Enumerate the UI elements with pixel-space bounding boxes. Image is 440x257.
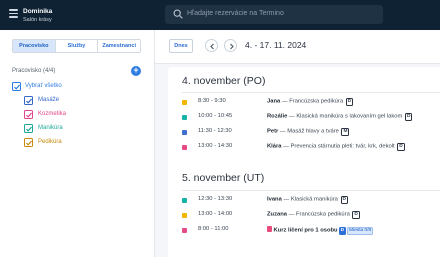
tab-zamestnanci[interactable]: Zamestnanci: [98, 40, 140, 52]
reservation-time: 13:00 - 14:00: [198, 211, 233, 217]
add-workplace-button[interactable]: +: [131, 66, 141, 76]
reservation-row[interactable]: 13:00 - 14:30 Klára — Prevencia stárnuti…: [182, 142, 440, 154]
check-icon: [14, 84, 21, 90]
filter-tabs: Pracovisko Služby Zamestnanci: [12, 39, 141, 53]
course-row[interactable]: 8:00 - 11:00 Kurz líčení pro 1 osobu D Mie…: [182, 225, 440, 237]
type-badge: D: [397, 143, 405, 151]
check-icon: [26, 112, 33, 118]
reservation-row[interactable]: 12:30 - 13:30 Ivana — Klasická manikúra …: [182, 195, 440, 207]
type-badge: D: [352, 211, 360, 219]
reservation-time: 10:00 - 10:45: [198, 113, 233, 119]
reservation-row[interactable]: 8:30 - 9:30 Jana — Francúzska pedikúra D: [182, 97, 440, 109]
service-name: — Klasická manikúra s lakovaním gel lako…: [287, 113, 404, 120]
service-name: — Prevencia stárnutia pleti: tvár, krk, …: [281, 143, 397, 150]
reservation-row[interactable]: 13:00 - 14:00 Zuzana — Francúzska pedikú…: [182, 210, 440, 222]
type-badge: D: [345, 98, 354, 106]
reservation-description: Ivana — Klasická manikúra D: [267, 196, 348, 204]
search-placeholder: Hľadajte rezervácie na Termino: [187, 10, 284, 17]
checkbox-manikura[interactable]: [24, 124, 33, 133]
type-badge: D: [404, 113, 413, 121]
reservation-time: 11:30 - 12:30: [198, 128, 232, 134]
reservation-description: Rozálie — Klasická manikúra s lakovaním …: [267, 113, 413, 121]
user-name: Dominika: [23, 8, 53, 15]
reservation-description: Petr — Masáž hlavy a tváre M: [267, 128, 350, 136]
calendar-toolbar: Dnes 4. - 17. 11. 2024: [155, 30, 440, 64]
section-title: Pracovisko (4/4): [12, 68, 56, 74]
search-icon: [173, 9, 183, 19]
service-name: — Francúzska pedikúra: [280, 98, 345, 105]
course-description: Kurz líčení pro 1 osobu D Miesta 0/8: [267, 226, 374, 235]
chevron-left-icon: [210, 43, 214, 50]
day-heading: 5. november (UT): [182, 172, 265, 184]
salon-name: Salón krásy: [23, 17, 52, 23]
client-name: Ivana: [267, 196, 282, 203]
reservation-row[interactable]: 11:30 - 12:30 Petr — Masáž hlavy a tváre…: [182, 127, 440, 139]
reservation-time: 13:00 - 14:30: [198, 143, 233, 149]
account-switcher[interactable]: Dominika Salón krásy: [23, 7, 52, 25]
day-heading: 4. november (PO): [182, 75, 266, 87]
capacity-badge: Miesta 0/8: [347, 227, 374, 235]
main-content: Dnes 4. - 17. 11. 2024 4. november (PO) …: [155, 30, 440, 257]
reservation-description: Jana — Francúzska pedikúra D: [267, 98, 354, 106]
label-manikura[interactable]: Manikúra: [38, 125, 63, 131]
tab-pracovisko[interactable]: Pracovisko: [13, 40, 56, 52]
checkbox-masaze[interactable]: [24, 96, 33, 105]
sidebar: Pracovisko Služby Zamestnanci Pracovisko…: [0, 30, 155, 257]
client-name: Petr: [267, 128, 279, 135]
type-badge: D: [338, 227, 347, 235]
previous-button[interactable]: [205, 39, 218, 52]
next-button[interactable]: [224, 39, 237, 52]
course-time: 8:00 - 11:00: [198, 226, 229, 232]
divider: [182, 190, 440, 191]
reservation-description: Klára — Prevencia stárnutia pleti: tvár,…: [267, 143, 405, 151]
select-all-checkbox[interactable]: [12, 82, 21, 91]
category-color-dot: [182, 213, 187, 218]
client-name: Klára: [267, 143, 282, 150]
service-name: — Masáž hlavy a tváre: [278, 128, 341, 135]
divider: [182, 92, 440, 93]
search-input[interactable]: Hľadajte rezervácie na Termino: [165, 5, 383, 24]
category-color-dot: [182, 198, 187, 203]
client-name: Rozálie: [267, 113, 288, 120]
type-badge: M: [341, 128, 350, 136]
check-icon: [26, 140, 33, 146]
label-masaze[interactable]: Masáže: [38, 97, 59, 103]
client-name: Zuzana: [267, 211, 287, 218]
client-name: Jana: [267, 98, 281, 105]
checkbox-pedikura[interactable]: [24, 138, 33, 147]
reservation-row[interactable]: 10:00 - 10:45 Rozálie — Klasická manikúr…: [182, 112, 440, 124]
today-button[interactable]: Dnes: [169, 39, 193, 53]
type-badge: D: [340, 196, 348, 204]
chevron-right-icon: [230, 43, 234, 50]
category-color-dot: [182, 115, 187, 120]
reservation-time: 12:30 - 13:30: [198, 196, 233, 202]
service-name: — Klasická manikúra: [281, 196, 340, 203]
select-all-label[interactable]: Vybrať všetko: [25, 83, 62, 89]
check-icon: [26, 126, 33, 132]
reservation-description: Zuzana — Francúzska pedikúra D: [267, 211, 360, 219]
label-pedikura[interactable]: Pedikúra: [38, 139, 62, 145]
service-name: — Francúzska pedikúra: [286, 211, 352, 218]
category-color-dot: [182, 145, 187, 150]
hamburger-menu-icon[interactable]: [9, 9, 18, 18]
top-bar: Dominika Salón krásy Hľadajte rezervácie…: [0, 0, 440, 30]
agenda-list: 4. november (PO) 8:30 - 9:30 Jana — Fran…: [168, 67, 440, 257]
course-icon: [267, 226, 272, 232]
reservation-time: 8:30 - 9:30: [198, 98, 226, 104]
check-icon: [26, 98, 33, 104]
course-name: Kurz líčení pro 1 osobu: [273, 227, 338, 234]
date-range: 4. - 17. 11. 2024: [245, 40, 307, 50]
category-color-dot: [182, 130, 187, 135]
label-kozmetika[interactable]: Kozmetika: [38, 111, 66, 117]
category-color-dot: [182, 228, 187, 233]
checkbox-kozmetika[interactable]: [24, 110, 33, 119]
category-color-dot: [182, 100, 187, 105]
tab-sluzby[interactable]: Služby: [55, 40, 99, 52]
